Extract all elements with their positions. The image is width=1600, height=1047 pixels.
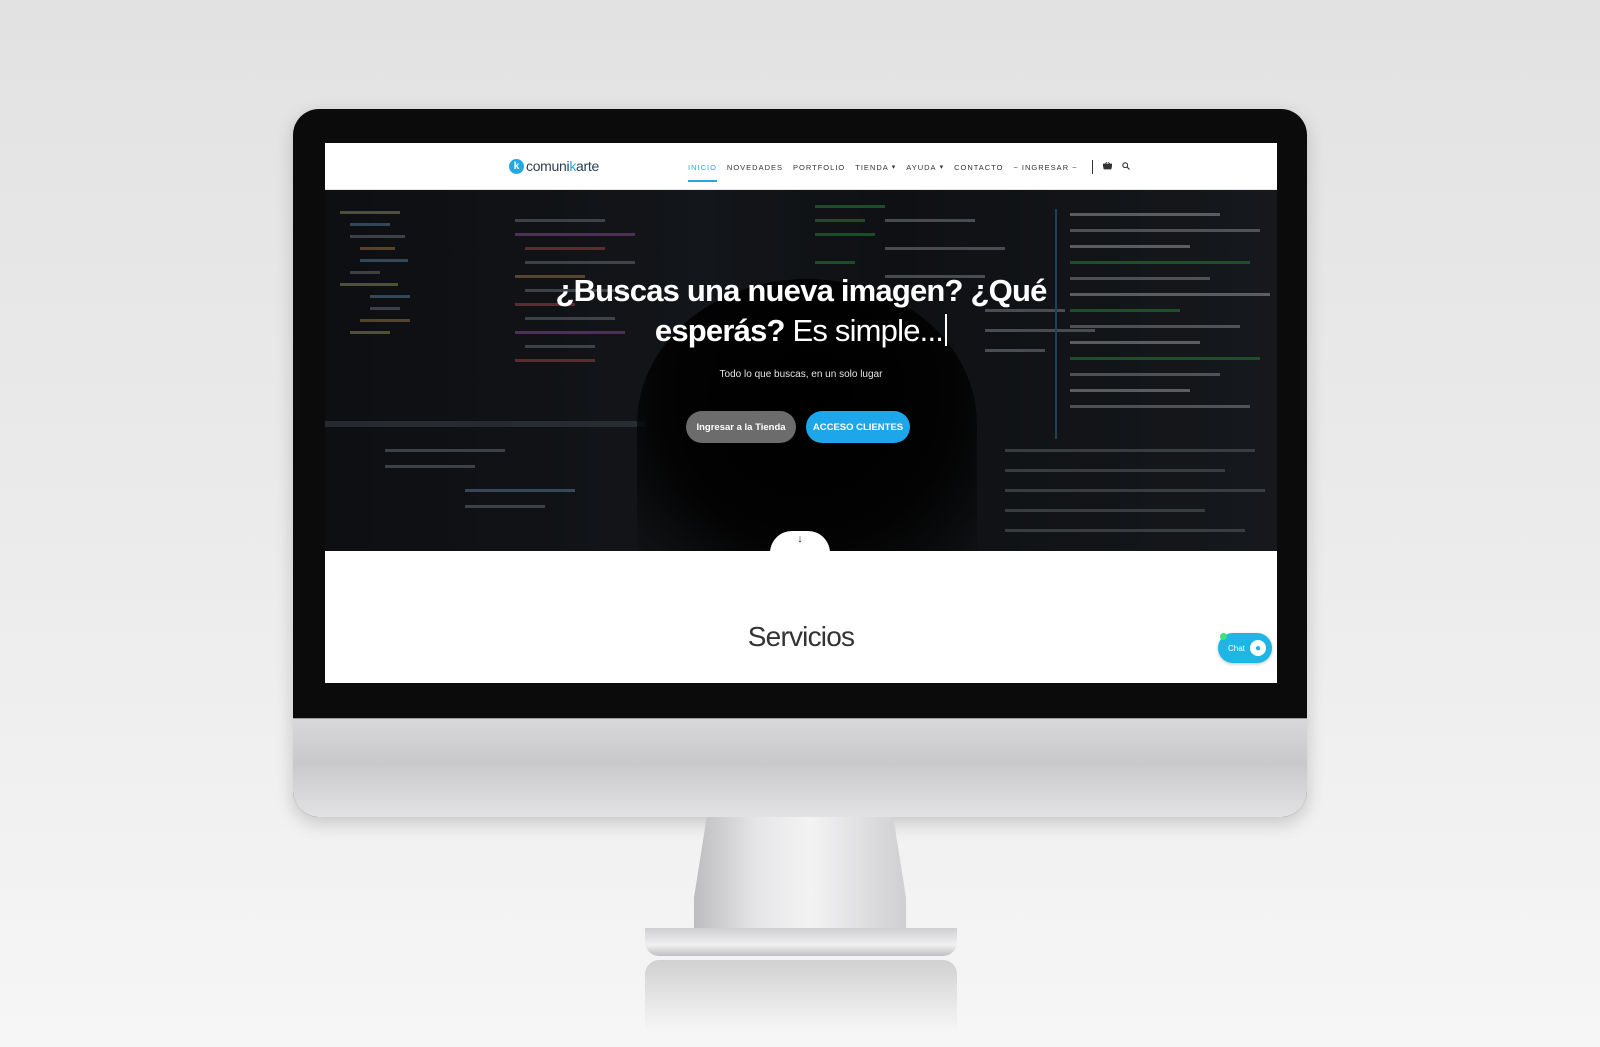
- hero-headline-bold: esperás?: [654, 313, 786, 348]
- basket-icon[interactable]: [1102, 161, 1113, 172]
- search-icon[interactable]: [1121, 162, 1130, 172]
- stand-reflection: [645, 960, 957, 1030]
- chat-bubble-icon: ●: [1250, 640, 1266, 656]
- client-access-button[interactable]: ACCESO CLIENTES: [806, 411, 910, 443]
- nav-divider: [1091, 160, 1093, 174]
- logo-icon: k: [509, 158, 524, 174]
- chevron-down-icon: ▾: [939, 164, 945, 171]
- nav-tienda-label: TIENDA: [855, 162, 889, 172]
- site-logo[interactable]: k comunikarte: [509, 158, 599, 174]
- hero-subtitle: Todo lo que buscas, en un solo lugar: [719, 369, 883, 380]
- monitor-base: [645, 928, 957, 956]
- nav-ayuda[interactable]: AYUDA ▾: [906, 163, 944, 172]
- nav-novedades[interactable]: NOVEDADES: [727, 163, 783, 172]
- logo-text: comunikarte: [526, 158, 599, 174]
- nav-inicio[interactable]: INICIO: [688, 163, 717, 182]
- browser-viewport: k comunikarte INICIO NOVEDADES PORTFOLIO…: [325, 143, 1277, 683]
- arrow-down-icon: ↓: [797, 533, 803, 545]
- nav-ingresar[interactable]: ~ INGRESAR ~: [1013, 163, 1077, 172]
- chat-widget-button[interactable]: Chat ●: [1218, 633, 1272, 663]
- section-title-services: Servicios: [747, 621, 855, 652]
- online-status-dot: [1220, 633, 1227, 640]
- store-button[interactable]: Ingresar a la Tienda: [686, 411, 796, 443]
- hero-headline: ¿Buscas una nueva imagen? ¿Qué esperás? …: [325, 271, 1277, 351]
- main-nav: INICIO NOVEDADES PORTFOLIO TIENDA ▾ AYUDA…: [688, 160, 1140, 182]
- hero-headline-line1: ¿Buscas una nueva imagen? ¿Qué: [555, 273, 1047, 308]
- nav-tienda[interactable]: TIENDA ▾: [855, 163, 896, 172]
- site-header: k comunikarte INICIO NOVEDADES PORTFOLIO…: [325, 143, 1277, 190]
- nav-ayuda-label: AYUDA: [906, 162, 937, 172]
- typing-cursor: [945, 314, 948, 346]
- monitor-stand: [694, 817, 906, 929]
- hero-headline-line2: esperás? Es simple...: [325, 311, 1277, 351]
- nav-contacto[interactable]: CONTACTO: [954, 163, 1003, 172]
- chat-label: Chat: [1228, 643, 1245, 653]
- nav-portfolio[interactable]: PORTFOLIO: [793, 163, 845, 172]
- monitor-frame: k comunikarte INICIO NOVEDADES PORTFOLIO…: [293, 109, 1307, 817]
- hero-headline-typed: Es simple...: [792, 313, 944, 348]
- hero-section: ¿Buscas una nueva imagen? ¿Qué esperás? …: [325, 189, 1277, 551]
- monitor-chin: [293, 718, 1307, 817]
- chevron-down-icon: ▾: [891, 164, 897, 171]
